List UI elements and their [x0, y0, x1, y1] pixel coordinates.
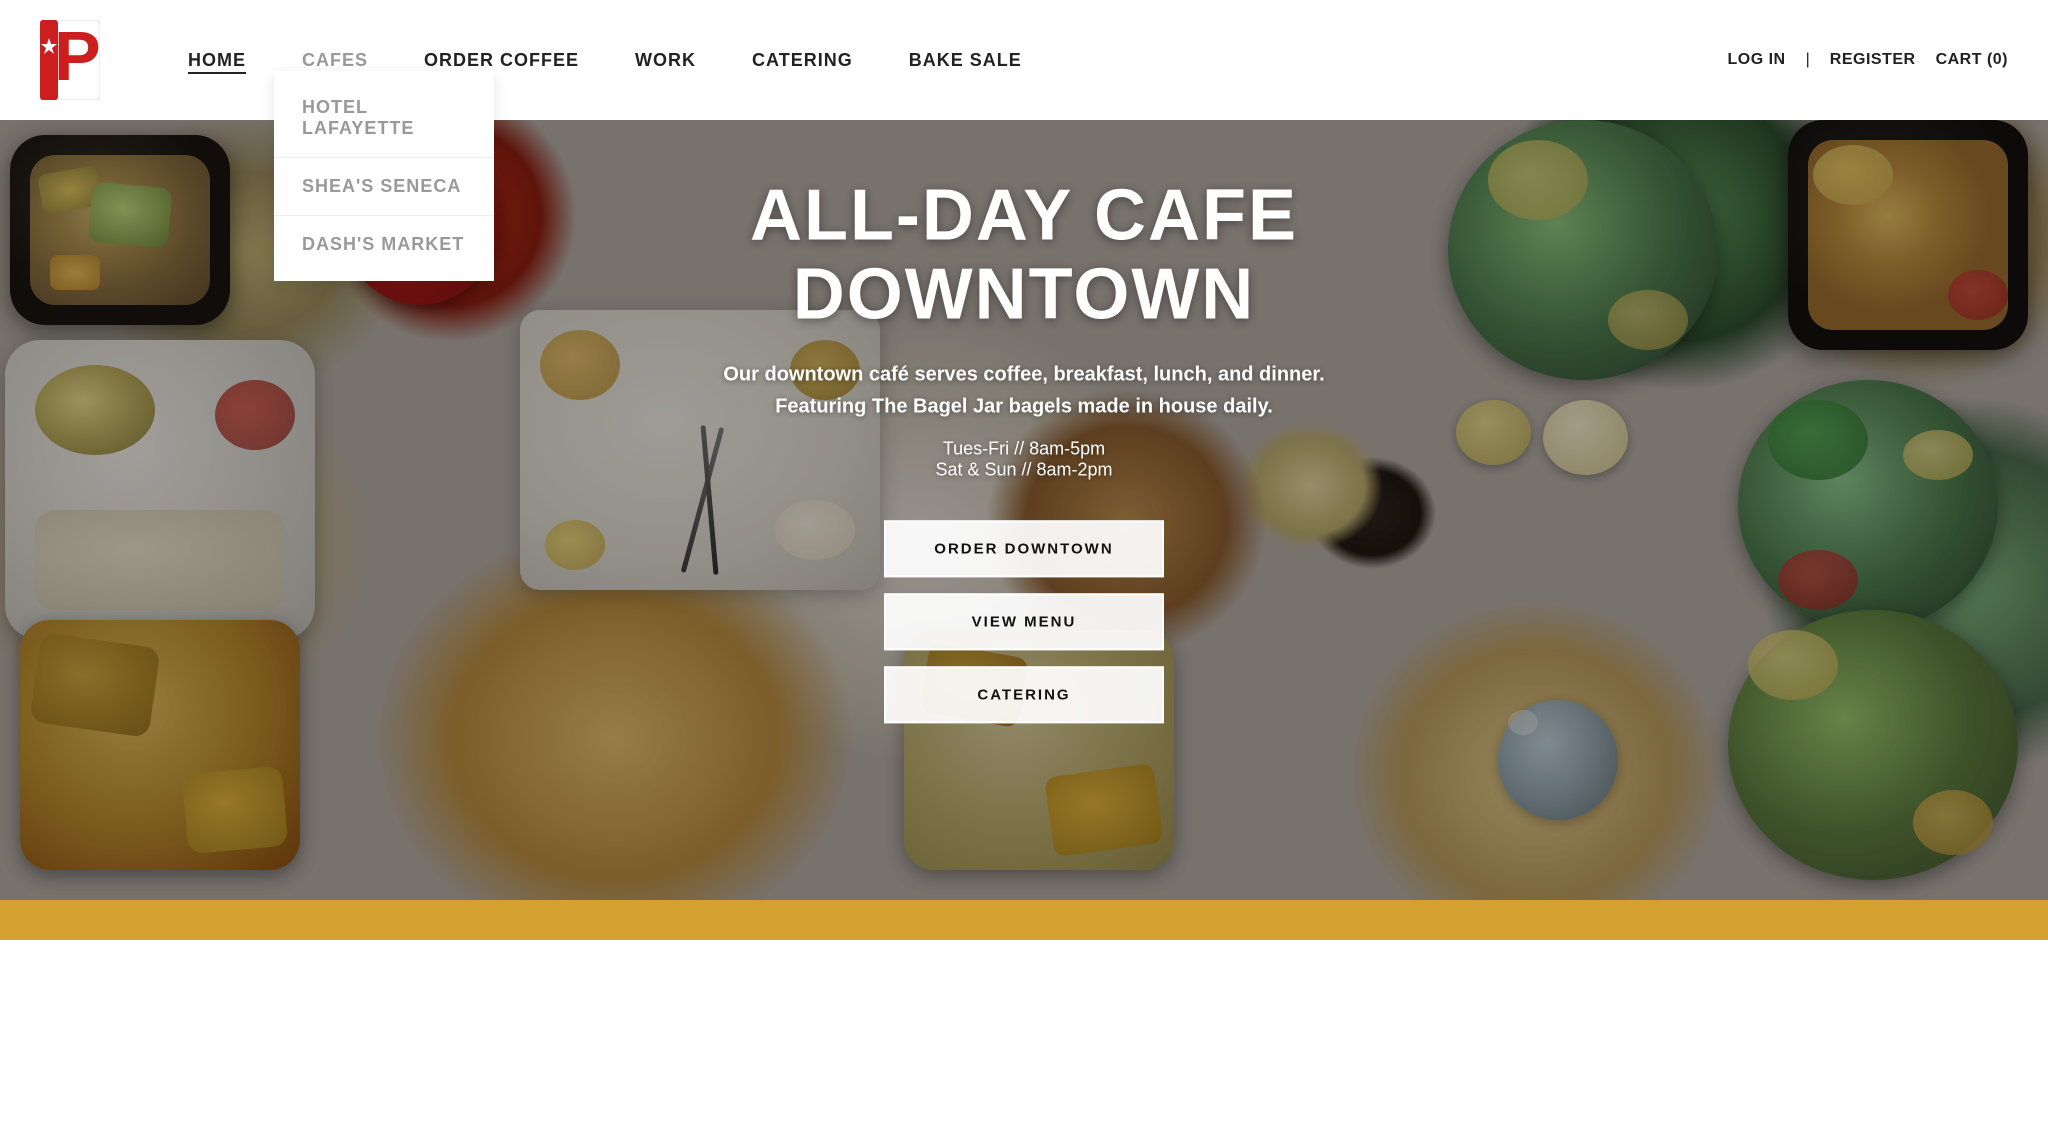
dropdown-item-sheas-seneca[interactable]: SHEA'S SENECA	[274, 158, 494, 216]
logo[interactable]: P	[40, 20, 100, 100]
login-link[interactable]: LOG IN	[1728, 51, 1786, 69]
hero-hours-line2: Sat & Sun // 8am-2pm	[935, 460, 1112, 480]
bottom-bar	[0, 900, 2048, 940]
nav-divider: |	[1806, 51, 1810, 69]
navbar: P HOME CAFES HOTEL LAFAYETTE SHEA'S SENE…	[0, 0, 2048, 120]
nav-link-catering[interactable]: CATERING	[752, 50, 853, 70]
nav-link-bake-sale[interactable]: BAKE SALE	[909, 50, 1022, 70]
nav-link-home[interactable]: HOME	[188, 50, 246, 74]
hero-hours-line1: Tues-Fri // 8am-5pm	[943, 439, 1105, 459]
hero-content: ALL-DAY CAFE DOWNTOWN Our downtown café …	[674, 176, 1374, 723]
hero-subtitle-line1: Our downtown café serves coffee, breakfa…	[723, 364, 1324, 386]
hero-hours: Tues-Fri // 8am-5pm Sat & Sun // 8am-2pm	[694, 439, 1354, 481]
view-menu-button[interactable]: VIEW MENU	[884, 594, 1164, 651]
dropdown-item-dashs-market[interactable]: DASH'S MARKET	[274, 216, 494, 273]
hero-title: ALL-DAY CAFE DOWNTOWN	[694, 176, 1354, 334]
order-downtown-button[interactable]: ORDER DOWNTOWN	[884, 521, 1164, 578]
nav-item-catering[interactable]: CATERING	[724, 50, 881, 71]
register-link[interactable]: REGISTER	[1830, 51, 1916, 69]
nav-item-bake-sale[interactable]: BAKE SALE	[881, 50, 1050, 71]
nav-item-cafes[interactable]: CAFES HOTEL LAFAYETTE SHEA'S SENECA DASH…	[274, 50, 396, 71]
nav-right: LOG IN | REGISTER CART (0)	[1728, 51, 2009, 69]
nav-item-home[interactable]: HOME	[160, 50, 274, 71]
hero-buttons: ORDER DOWNTOWN VIEW MENU CATERING	[694, 521, 1354, 724]
cafes-dropdown: HOTEL LAFAYETTE SHEA'S SENECA DASH'S MAR…	[274, 71, 494, 281]
nav-item-work[interactable]: WORK	[607, 50, 724, 71]
dropdown-item-hotel-lafayette[interactable]: HOTEL LAFAYETTE	[274, 79, 494, 158]
nav-item-order-coffee[interactable]: ORDER COFFEE	[396, 50, 607, 71]
nav-link-work[interactable]: WORK	[635, 50, 696, 70]
nav-links: HOME CAFES HOTEL LAFAYETTE SHEA'S SENECA…	[160, 50, 1728, 71]
hero-subtitle: Our downtown café serves coffee, breakfa…	[694, 359, 1354, 423]
cart-link[interactable]: CART (0)	[1936, 51, 2008, 69]
logo-icon: P	[40, 20, 100, 100]
catering-button[interactable]: CATERING	[884, 667, 1164, 724]
svg-text:P: P	[54, 20, 100, 95]
nav-link-cafes[interactable]: CAFES	[302, 50, 368, 70]
nav-link-order-coffee[interactable]: ORDER COFFEE	[424, 50, 579, 70]
hero-subtitle-line2: Featuring The Bagel Jar bagels made in h…	[775, 396, 1273, 418]
